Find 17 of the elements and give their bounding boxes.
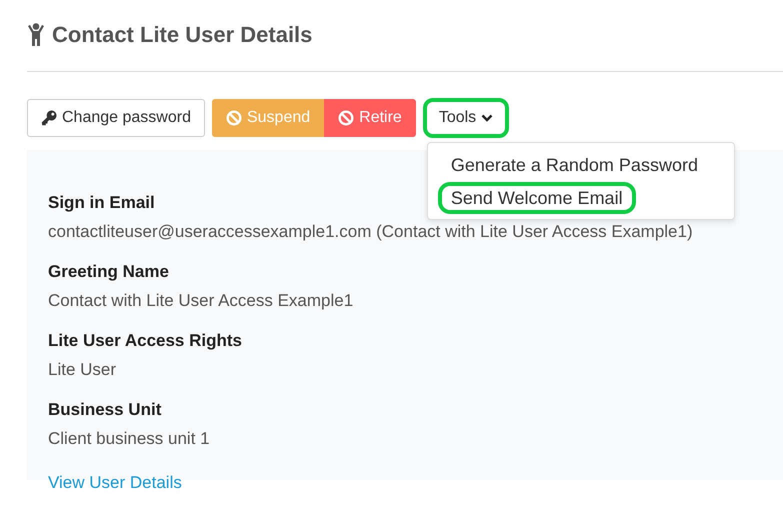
field-value: contactliteuser@useraccessexample1.com (Contact with Lite User Access Example1) xyxy=(48,221,693,243)
tools-button[interactable]: Tools xyxy=(422,98,510,138)
field-value: Client business unit 1 xyxy=(48,428,210,450)
field-value: Lite User xyxy=(48,359,116,381)
ban-icon xyxy=(338,110,354,126)
key-icon xyxy=(41,110,57,126)
field-label: Business Unit xyxy=(48,399,162,421)
menu-item[interactable]: Generate a Random Password xyxy=(438,149,711,181)
change-password-button[interactable]: Change password xyxy=(27,99,205,137)
field-label: Lite User Access Rights xyxy=(48,330,242,352)
field-label: Sign in Email xyxy=(48,192,155,214)
menu-item[interactable]: Send Welcome Email xyxy=(438,182,636,214)
person-icon xyxy=(27,23,45,47)
field-label: Greeting Name xyxy=(48,261,169,283)
ban-icon xyxy=(226,110,242,126)
page-title: Contact Lite User Details xyxy=(52,22,312,48)
field-value: Contact with Lite User Access Example1 xyxy=(48,290,354,312)
